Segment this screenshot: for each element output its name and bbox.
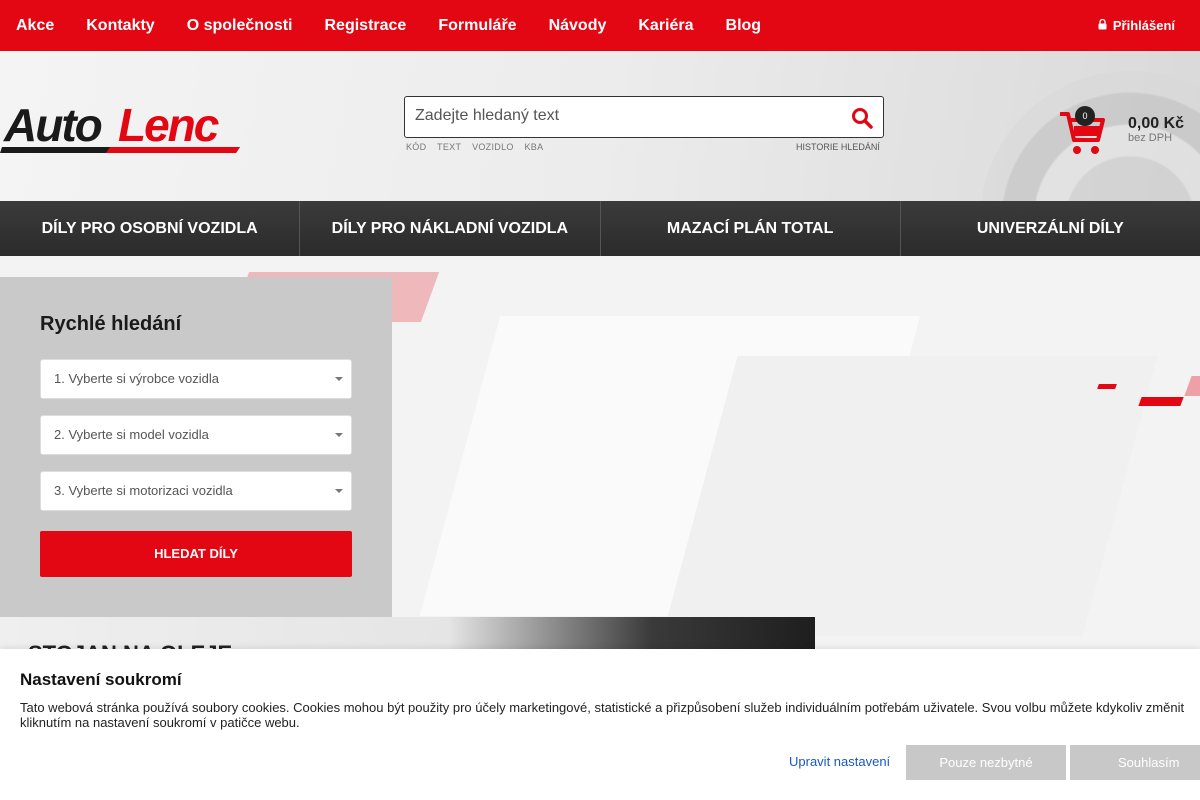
search-tab-text[interactable]: TEXT xyxy=(437,142,461,152)
cookie-text-line: Tato webová stránka používá soubory cook… xyxy=(20,700,1185,715)
decor-stripe xyxy=(1138,397,1184,406)
cookie-agree-button[interactable]: Souhlasím xyxy=(1070,745,1200,780)
chevron-down-icon xyxy=(335,489,343,493)
search-input[interactable] xyxy=(405,97,825,135)
topnav-kariera[interactable]: Kariéra xyxy=(638,17,693,35)
decor-stripe xyxy=(1097,384,1117,389)
top-bar: Akce Kontakty O společnosti Registrace F… xyxy=(0,0,1200,51)
topnav-kontakty[interactable]: Kontakty xyxy=(86,17,154,35)
search-mode-tabs: KÓD TEXT VOZIDLO KBA xyxy=(406,142,551,152)
engine-select[interactable]: 3. Vyberte si motorizaci vozidla xyxy=(40,471,352,511)
quick-search-title: Rychlé hledání xyxy=(40,313,182,335)
login-link[interactable]: Přihlášení xyxy=(1098,0,1175,51)
cookie-title: Nastavení soukromí xyxy=(20,670,182,689)
chevron-down-icon xyxy=(335,433,343,437)
search-parts-button[interactable]: HLEDAT DÍLY xyxy=(40,531,352,577)
topnav-akce[interactable]: Akce xyxy=(16,17,54,35)
manufacturer-select-label: 1. Vyberte si výrobce vozidla xyxy=(54,371,219,386)
topnav-o-spolecnosti[interactable]: O společnosti xyxy=(187,17,293,35)
decor-panel xyxy=(662,356,1158,636)
search-tab-kba[interactable]: KBA xyxy=(524,142,543,152)
search-history-link[interactable]: HISTORIE HLEDÁNÍ xyxy=(796,142,880,152)
autolenc-logo[interactable]: Auto Lenc xyxy=(0,99,242,155)
topnav-registrace[interactable]: Registrace xyxy=(325,17,407,35)
category-univerzalni-dily[interactable]: UNIVERZÁLNÍ DÍLY xyxy=(901,201,1200,256)
category-osobni-vozidla[interactable]: DÍLY PRO OSOBNÍ VOZIDLA xyxy=(0,201,301,256)
top-nav: Akce Kontakty O společnosti Registrace F… xyxy=(0,0,793,51)
cookie-description: Tato webová stránka používá soubory cook… xyxy=(20,700,1200,730)
search-tab-vozidlo[interactable]: VOZIDLO xyxy=(472,142,514,152)
cart-total[interactable]: 0,00 Kč xyxy=(1128,115,1184,133)
engine-select-label: 3. Vyberte si motorizaci vozidla xyxy=(54,483,233,498)
search-tab-kod[interactable]: KÓD xyxy=(406,142,426,152)
lock-icon xyxy=(1098,18,1107,33)
manufacturer-select[interactable]: 1. Vyberte si výrobce vozidla xyxy=(40,359,352,399)
search-box xyxy=(404,96,884,138)
quick-search-panel: Rychlé hledání 1. Vyberte si výrobce voz… xyxy=(0,277,392,617)
svg-text:Auto: Auto xyxy=(3,99,102,151)
cookie-text-line: kliknutím na nastavení soukromí v patičc… xyxy=(20,715,300,730)
login-label: Přihlášení xyxy=(1112,18,1175,33)
topnav-blog[interactable]: Blog xyxy=(726,17,762,35)
cookie-settings-link[interactable]: Upravit nastavení xyxy=(789,754,890,769)
cookie-consent-bar: Nastavení soukromí Tato webová stránka p… xyxy=(0,649,1200,800)
header: Auto Lenc KÓD TEXT VOZIDLO KBA HISTORIE … xyxy=(0,51,1200,201)
model-select-label: 2. Vyberte si model vozidla xyxy=(54,427,209,442)
cart-count-badge: 0 xyxy=(1075,106,1095,126)
svg-text:Lenc: Lenc xyxy=(118,99,219,151)
search-icon[interactable] xyxy=(851,107,873,129)
category-mazaci-plan[interactable]: MAZACÍ PLÁN TOTAL xyxy=(601,201,901,256)
category-nakladni-vozidla[interactable]: DÍLY PRO NÁKLADNÍ VOZIDLA xyxy=(300,201,601,256)
cookie-necessary-button[interactable]: Pouze nezbytné xyxy=(906,745,1066,780)
model-select[interactable]: 2. Vyberte si model vozidla xyxy=(40,415,352,455)
topnav-formulare[interactable]: Formuláře xyxy=(438,17,516,35)
topnav-navody[interactable]: Návody xyxy=(549,17,607,35)
chevron-down-icon xyxy=(335,377,343,381)
cart-vat-note: bez DPH xyxy=(1128,132,1173,144)
decor-stripe xyxy=(1184,376,1200,396)
category-nav: DÍLY PRO OSOBNÍ VOZIDLA DÍLY PRO NÁKLADN… xyxy=(0,201,1200,256)
